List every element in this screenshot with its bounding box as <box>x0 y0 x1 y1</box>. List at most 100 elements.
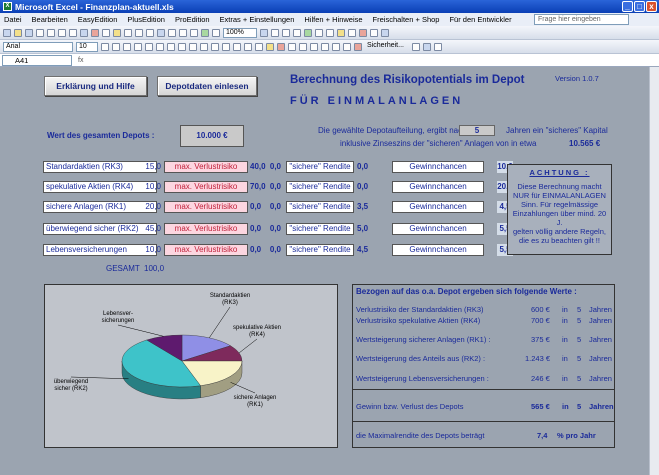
menu-plusedition[interactable]: PlusEdition <box>127 15 165 24</box>
format-painter-icon[interactable] <box>124 28 132 37</box>
toolbar-icon-a[interactable] <box>271 28 279 37</box>
asset-pct-rk2[interactable]: 45,0 <box>143 223 161 235</box>
asset-pct-rk3[interactable]: 15,0 <box>143 161 161 173</box>
loss-risk-extra: 0,0 <box>269 224 281 233</box>
help-icon[interactable] <box>260 28 268 37</box>
safe-return-value[interactable]: 3,5 <box>357 201 377 213</box>
safe-return-value[interactable]: 0,0 <box>357 161 377 173</box>
bold-icon[interactable] <box>101 42 109 51</box>
save-icon[interactable] <box>25 28 33 37</box>
copy-icon[interactable] <box>102 28 110 37</box>
autosum-icon[interactable] <box>168 28 176 37</box>
toolbar-icon-h[interactable] <box>348 28 356 37</box>
permission-icon[interactable] <box>36 28 44 37</box>
toolbar-icon-g[interactable] <box>337 28 345 37</box>
control-toolbox-icon[interactable] <box>434 42 442 51</box>
align-left-icon[interactable] <box>134 42 142 51</box>
help-button[interactable]: Erklärung und Hilfe <box>44 76 147 96</box>
menu-bearbeiten[interactable]: Bearbeiten <box>32 15 68 24</box>
sort-asc-icon[interactable] <box>179 28 187 37</box>
sort-desc-icon[interactable] <box>190 28 198 37</box>
result-jahren: Jahren <box>589 374 612 383</box>
currency-icon[interactable] <box>178 42 186 51</box>
menu-hilfen[interactable]: Hilfen + Hinweise <box>304 15 362 24</box>
vba-icon[interactable] <box>412 42 420 51</box>
vertical-scrollbar[interactable] <box>649 67 659 475</box>
paste-icon[interactable] <box>113 28 121 37</box>
attention-heading: ACHTUNG : <box>529 168 590 177</box>
toolbar2-icon-e[interactable] <box>332 42 340 51</box>
toolbar-icon-c[interactable] <box>293 28 301 37</box>
merge-icon[interactable] <box>167 42 175 51</box>
toolbar2-icon-c[interactable] <box>310 42 318 51</box>
asset-pct-lv[interactable]: 10,0 <box>143 244 161 256</box>
toolbar-icon-e[interactable] <box>315 28 323 37</box>
indent-icon[interactable] <box>244 42 252 51</box>
result-years: 5 <box>577 335 582 344</box>
toolbar-icon-f[interactable] <box>326 28 334 37</box>
open-folder-icon[interactable] <box>14 28 22 37</box>
fx-icon[interactable]: fx <box>78 57 83 64</box>
menu-entwickler[interactable]: Für den Entwickler <box>449 15 511 24</box>
menu-proedition[interactable]: ProEdition <box>175 15 210 24</box>
preview-icon[interactable] <box>69 28 77 37</box>
toolbar2-icon-b[interactable] <box>299 42 307 51</box>
maximize-button[interactable]: □ <box>634 1 645 12</box>
font-size-select[interactable]: 10 <box>76 41 98 52</box>
outdent-icon[interactable] <box>233 42 241 51</box>
close-button[interactable]: x <box>646 1 657 12</box>
undo-icon[interactable] <box>135 28 143 37</box>
years-input[interactable]: 5 <box>459 125 495 136</box>
align-center-icon[interactable] <box>145 42 153 51</box>
drawing-icon[interactable] <box>212 28 220 37</box>
redo-icon[interactable] <box>146 28 154 37</box>
design-mode-icon[interactable] <box>423 42 431 51</box>
toolbar2-icon-f[interactable] <box>343 42 351 51</box>
align-right-icon[interactable] <box>156 42 164 51</box>
safe-return-value[interactable]: 4,5 <box>357 244 377 256</box>
toolbar2-icon-d[interactable] <box>321 42 329 51</box>
security-button[interactable]: Sicherheit... <box>365 42 409 52</box>
asset-pct-rk4[interactable]: 10,0 <box>143 181 161 193</box>
toolbar2-icon-a[interactable] <box>288 42 296 51</box>
chart-wizard-icon[interactable] <box>201 28 209 37</box>
toolbar-icon-d[interactable] <box>304 28 312 37</box>
spelling-icon[interactable] <box>80 28 88 37</box>
increase-decimal-icon[interactable] <box>211 42 219 51</box>
result-jahren: Jahren <box>589 316 612 325</box>
toolbar-icon-k[interactable] <box>381 28 389 37</box>
new-file-icon[interactable] <box>3 28 11 37</box>
menu-datei[interactable]: Datei <box>4 15 22 24</box>
email-icon[interactable] <box>47 28 55 37</box>
underline-icon[interactable] <box>123 42 131 51</box>
toolbar-icon-i[interactable] <box>359 28 367 37</box>
italic-icon[interactable] <box>112 42 120 51</box>
load-data-button[interactable]: Depotdaten einlesen <box>157 76 257 96</box>
asset-pct-rk1[interactable]: 20,0 <box>143 201 161 213</box>
menu-freischalten[interactable]: Freischalten + Shop <box>373 15 440 24</box>
minimize-button[interactable]: _ <box>622 1 633 12</box>
menu-easyedition[interactable]: EasyEdition <box>78 15 118 24</box>
safe-return-value[interactable]: 0,0 <box>357 181 377 193</box>
record-macro-icon[interactable] <box>354 42 362 51</box>
toolbar-icon-j[interactable] <box>370 28 378 37</box>
toolbar-icon-b[interactable] <box>282 28 290 37</box>
cut-icon[interactable] <box>91 28 99 37</box>
safe-return-value[interactable]: 5,0 <box>357 223 377 235</box>
borders-icon[interactable] <box>255 42 263 51</box>
thousands-icon[interactable] <box>200 42 208 51</box>
font-color-icon[interactable] <box>277 42 285 51</box>
name-box[interactable]: A41 <box>2 54 72 66</box>
zoom-select[interactable]: 100% <box>223 27 257 38</box>
depot-value[interactable]: 10.000 € <box>180 125 244 147</box>
menu-extras[interactable]: Extras + Einstellungen <box>220 15 295 24</box>
attention-line: Einzahlungen über mind. 20 J. <box>512 209 607 227</box>
percent-icon[interactable] <box>189 42 197 51</box>
hyperlink-icon[interactable] <box>157 28 165 37</box>
print-icon[interactable] <box>58 28 66 37</box>
decrease-decimal-icon[interactable] <box>222 42 230 51</box>
font-select[interactable]: Arial <box>3 41 73 52</box>
fill-color-icon[interactable] <box>266 42 274 51</box>
allocation-pie-chart[interactable]: Standardaktien (RK3) spekulative Aktien (RK… <box>44 284 338 448</box>
help-search-input[interactable]: Frage hier eingeben <box>534 14 629 25</box>
